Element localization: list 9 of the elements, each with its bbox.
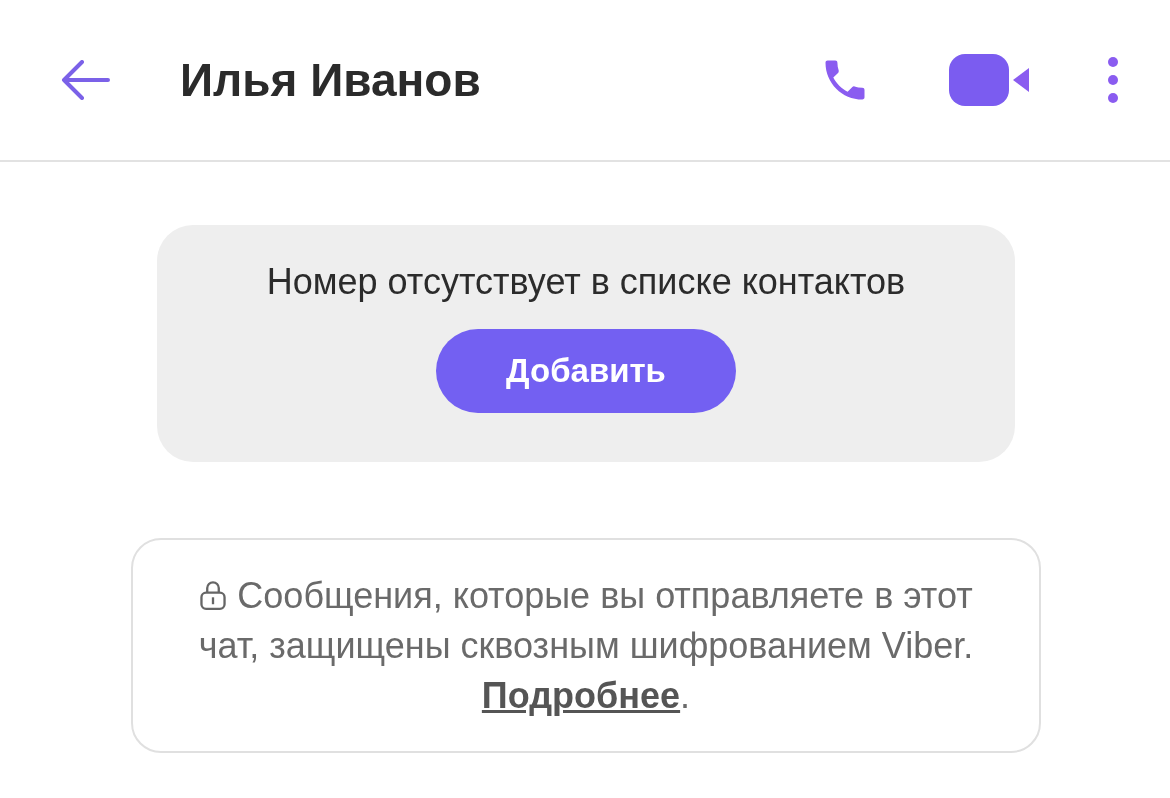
video-call-icon[interactable] (949, 54, 1029, 106)
add-contact-button[interactable]: Добавить (436, 329, 736, 413)
learn-more-link[interactable]: Подробнее (481, 674, 681, 716)
not-in-contacts-message: Номер отсутствует в списке контактов (266, 261, 906, 303)
lock-icon (199, 579, 228, 610)
encryption-notice: Сообщения, которые вы отправляете в этот чат, защищены сквозным шифрованием Viber. Подробнее. (197, 573, 975, 718)
contact-name: Илья Иванов (180, 53, 482, 107)
back-icon[interactable] (60, 60, 110, 100)
more-options-icon[interactable] (1107, 56, 1119, 104)
